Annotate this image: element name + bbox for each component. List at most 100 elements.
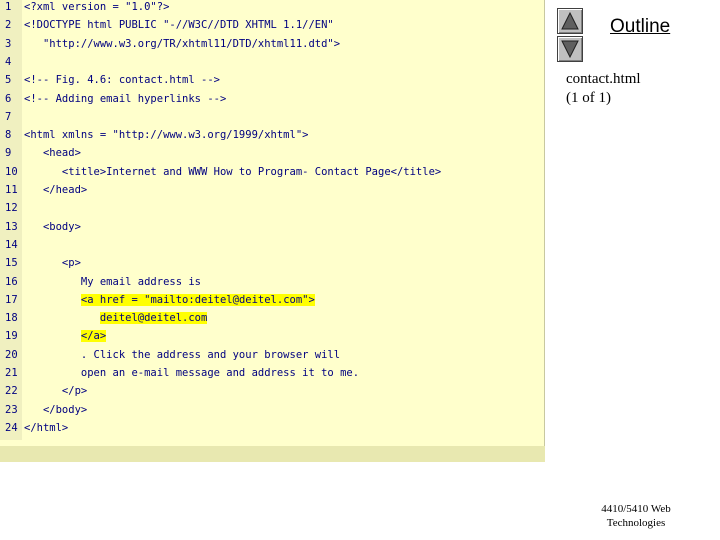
code-line: 1 <?xml version = "1.0"?>	[0, 0, 545, 16]
code-line: 20 . Click the address and your browser …	[0, 346, 545, 364]
file-name: contact.html	[566, 71, 641, 87]
code-text: <?xml version = "1.0"?>	[24, 0, 169, 16]
code-segment: <head>	[24, 147, 81, 160]
code-segment: <body>	[24, 220, 81, 233]
code-text: <a href = "mailto:deitel@deitel.com">	[24, 291, 315, 309]
code-line: 18 deitel@deitel.com	[0, 309, 545, 327]
code-segment: "http://www.w3.org/TR/xhtml11/DTD/xhtml1…	[24, 37, 341, 50]
code-segment: </body>	[24, 403, 88, 416]
code-text: </p>	[24, 382, 87, 400]
line-number: 12	[5, 202, 18, 215]
code-segment: <?xml version = "1.0"?>	[24, 1, 170, 13]
code-line: 16 My email address is	[0, 273, 545, 291]
code-segment: <p>	[24, 257, 81, 270]
code-line: 22 </p>	[0, 382, 545, 400]
code-line: 3 "http://www.w3.org/TR/xhtml11/DTD/xhtm…	[0, 35, 545, 53]
code-text: deitel@deitel.com	[24, 309, 208, 327]
previous-slide-button[interactable]	[557, 8, 583, 34]
line-number: 17	[5, 293, 18, 306]
code-text: <title>Internet and WWW How to Program- …	[24, 163, 441, 181]
code-text: </a>	[24, 327, 107, 345]
code-segment: open an e-mail message and address it to…	[24, 367, 360, 379]
code-text: <p>	[24, 254, 81, 272]
code-text: <head>	[24, 144, 81, 162]
code-line: 9 <head>	[0, 144, 545, 162]
triangle-down-icon	[561, 40, 579, 58]
code-text: </html>	[24, 419, 68, 437]
line-number: 3	[5, 37, 12, 50]
page-indicator: (1 of 1)	[566, 90, 611, 106]
code-segment: <!-- Adding email hyperlinks -->	[24, 92, 227, 105]
line-number: 20	[5, 348, 18, 361]
code-segment: </head>	[24, 184, 88, 196]
code-line: 2 <!DOCTYPE html PUBLIC "-//W3C//DTD XHTM…	[0, 16, 545, 34]
line-number: 7	[5, 110, 12, 123]
code-text: </body>	[24, 401, 87, 419]
code-text: <html xmlns = "http://www.w3.org/1999/xh…	[24, 126, 308, 144]
code-text: <!-- Fig. 4.6: contact.html -->	[24, 71, 220, 89]
code-segment: <!-- Fig. 4.6: contact.html -->	[24, 74, 220, 87]
highlighted-code: deitel@deitel.com	[99, 312, 208, 325]
line-number: 13	[5, 220, 18, 233]
line-number: 6	[5, 92, 12, 105]
code-line: 17 <a href = "mailto:deitel@deitel.com">	[0, 291, 545, 309]
code-text: </head>	[24, 181, 87, 199]
line-number: 1	[5, 1, 12, 13]
code-segment: <html xmlns = "http://www.w3.org/1999/xh…	[24, 129, 309, 142]
line-number: 8	[5, 129, 12, 142]
code-line: 11 </head>	[0, 181, 545, 199]
triangle-up-icon	[561, 12, 579, 30]
line-number: 21	[5, 367, 18, 379]
code-segment: . Click the address and your browser wil…	[24, 348, 341, 361]
line-number: 10	[5, 165, 18, 178]
code-text: open an e-mail message and address it to…	[24, 364, 359, 382]
code-line: 10 <title>Internet and WWW How to Progra…	[0, 163, 545, 181]
code-line: 12	[0, 199, 545, 217]
code-text: . Click the address and your browser wil…	[24, 346, 340, 364]
code-text: My email address is	[24, 273, 201, 291]
file-title: contact.html (1 of 1)	[566, 70, 641, 108]
line-number: 9	[5, 147, 12, 160]
code-line: 21 open an e-mail message and address it…	[0, 364, 545, 382]
line-number: 19	[5, 330, 18, 343]
code-line: 8 <html xmlns = "http://www.w3.org/1999/x…	[0, 126, 545, 144]
line-number: 18	[5, 312, 18, 325]
code-line: 19 </a>	[0, 327, 545, 345]
code-panel-bottom-strip	[0, 446, 545, 462]
code-line: 5 <!-- Fig. 4.6: contact.html -->	[0, 71, 545, 89]
code-line: 24 </html>	[0, 419, 545, 437]
highlighted-code: </a>	[80, 330, 107, 343]
code-line: 13 <body>	[0, 218, 545, 236]
footer-course: 4410/5410 Web Technologies	[590, 502, 682, 530]
highlighted-code: <a href = "mailto:deitel@deitel.com">	[80, 293, 315, 306]
code-line: 7	[0, 108, 545, 126]
outline-link[interactable]: Outline	[610, 16, 670, 38]
line-number: 4	[5, 55, 12, 68]
code-text: <!DOCTYPE html PUBLIC "-//W3C//DTD XHTML…	[24, 16, 334, 34]
line-number: 23	[5, 403, 18, 416]
line-number: 2	[5, 19, 12, 32]
code-line: 14	[0, 236, 545, 254]
next-slide-button[interactable]	[557, 36, 583, 62]
line-number: 15	[5, 257, 18, 270]
code-text: <!-- Adding email hyperlinks -->	[24, 90, 226, 108]
line-number: 16	[5, 275, 18, 288]
footer-line-2: Technologies	[606, 517, 666, 529]
line-number: 14	[5, 238, 18, 251]
code-line: 23 </body>	[0, 401, 545, 419]
line-number: 22	[5, 385, 18, 398]
code-text: "http://www.w3.org/TR/xhtml11/DTD/xhtml1…	[24, 35, 340, 53]
code-line: 6 <!-- Adding email hyperlinks -->	[0, 90, 545, 108]
footer-line-1: 4410/5410 Web	[601, 503, 671, 515]
code-segment: <!DOCTYPE html PUBLIC "-//W3C//DTD XHTML…	[24, 19, 334, 32]
code-listing-panel: 1 <?xml version = "1.0"?> 2 <!DOCTYPE html …	[0, 0, 545, 462]
line-number: 5	[5, 74, 12, 87]
code-segment: </p>	[24, 385, 88, 398]
code-line: 4	[0, 53, 545, 71]
code-segment: <title>Internet and WWW How to Program- …	[24, 165, 442, 178]
line-number: 11	[5, 184, 18, 196]
code-segment: My email address is	[24, 275, 202, 288]
